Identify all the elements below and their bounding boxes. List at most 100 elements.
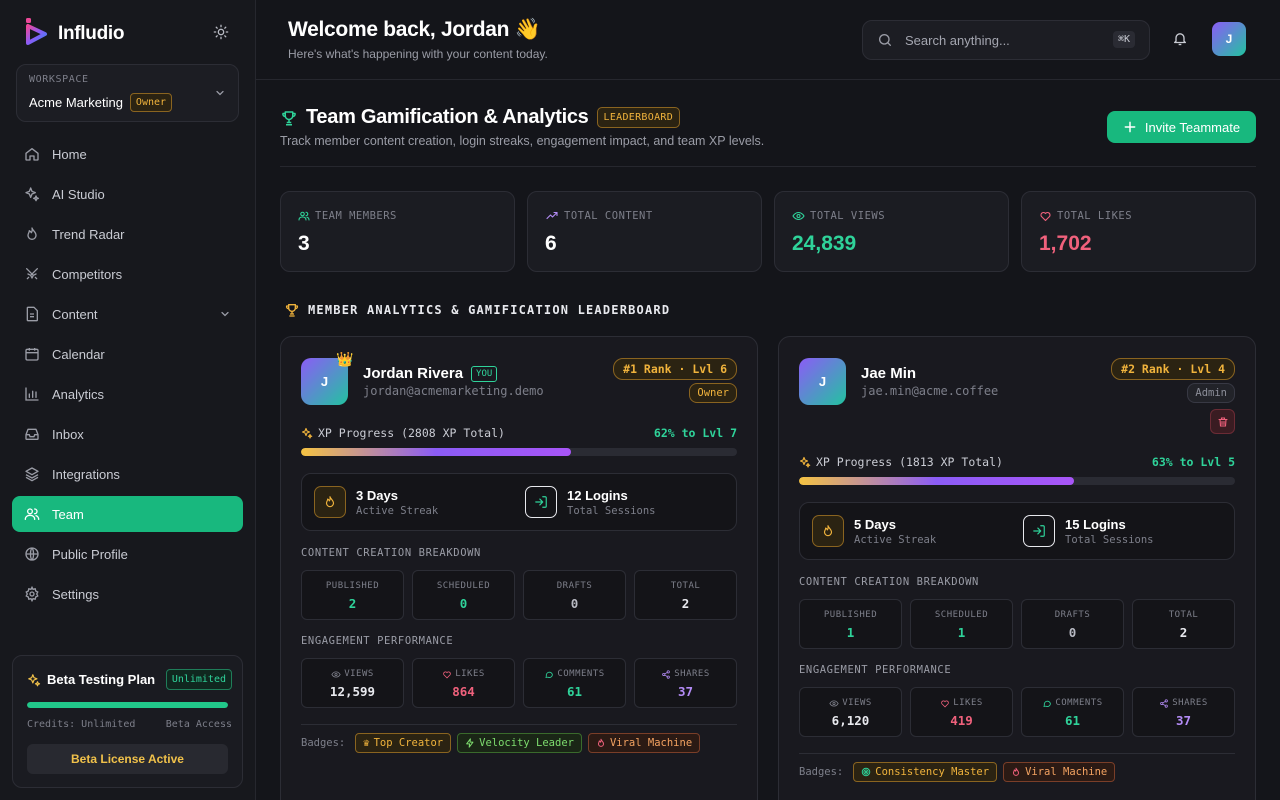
sidebar-item-label: Analytics [52, 386, 105, 402]
box-value: 61 [566, 684, 583, 699]
workspace-name: Acme Marketing Owner [29, 93, 173, 112]
stat-card-total-likes: TOTAL LIKES 1,702 [1021, 191, 1256, 272]
bell-icon [1174, 33, 1186, 46]
box-label: DRAFTS [556, 581, 593, 591]
box-label-text: COMMENTS [557, 669, 605, 679]
box-label-text: LIKES [455, 669, 485, 679]
sidebar-item-label: Competitors [52, 266, 123, 282]
sidebar-item-settings[interactable]: Settings [12, 576, 243, 612]
workspace-switcher[interactable]: WORKSPACE Acme Marketing Owner [16, 64, 239, 122]
calendar-icon [25, 348, 39, 361]
leaderboard-tag: LEADERBOARD [596, 107, 681, 128]
flame-icon [823, 525, 833, 537]
plan-card: Beta Testing Plan Unlimited Credits: Unl… [12, 655, 243, 788]
box-label: TOTAL [670, 581, 701, 591]
plus-icon [1124, 121, 1136, 133]
sidebar: Infludio WORKSPACE Acme Marketing Owner … [0, 0, 256, 800]
stat-card-total-content: TOTAL CONTENT 6 [527, 191, 762, 272]
workspace-name-text: Acme Marketing [29, 95, 123, 110]
logins-icon-box [525, 486, 557, 518]
streak-label: Active Streak [854, 533, 937, 546]
sidebar-item-content[interactable]: Content [12, 296, 243, 332]
box-label: LIKES [911, 698, 1012, 708]
xp-label-text: XP Progress (2808 XP Total) [318, 426, 505, 440]
sidebar-item-integrations[interactable]: Integrations [12, 456, 243, 492]
sidebar-item-inbox[interactable]: Inbox [12, 416, 243, 452]
sidebar-item-competitors[interactable]: Competitors [12, 256, 243, 292]
trophy-icon [285, 304, 299, 317]
flame-icon [597, 738, 604, 747]
box-value: 6,120 [831, 713, 870, 728]
engagement-title: ENGAGEMENT PERFORMANCE [301, 635, 454, 647]
content-breakdown: PUBLISHED 2 SCHEDULED 0 DRAFTS 0 TOTAL 2 [301, 570, 737, 620]
sidebar-item-trend-radar[interactable]: Trend Radar [12, 216, 243, 252]
logo-icon [24, 16, 48, 51]
topbar: Welcome back, Jordan 👋 Here's what's hap… [256, 0, 1280, 80]
users-icon [298, 211, 310, 221]
stat-value: 24,839 [792, 232, 857, 255]
heart-icon [1040, 211, 1051, 222]
box-label: SHARES [1133, 698, 1234, 708]
inbox-icon [25, 428, 39, 440]
box-value: 2 [348, 596, 357, 611]
scheduled-box: SCHEDULED 1 [910, 599, 1013, 649]
logins-item: 15 Logins Total Sessions [1023, 515, 1154, 547]
globe-icon [25, 547, 39, 561]
sidebar-item-team[interactable]: Team [12, 496, 243, 532]
comments-box: COMMENTS 61 [523, 658, 626, 708]
box-label-text: SHARES [674, 669, 710, 679]
sidebar-item-public-profile[interactable]: Public Profile [12, 536, 243, 572]
search-bar[interactable]: ⌘K [862, 20, 1150, 60]
invite-teammate-label: Invite Teammate [1144, 119, 1241, 135]
brand[interactable]: Infludio [24, 16, 124, 51]
box-value: 0 [570, 596, 579, 611]
notifications-button[interactable] [1172, 30, 1188, 52]
beta-license-button[interactable]: Beta License Active [27, 744, 228, 774]
box-label: VIEWS [800, 698, 901, 708]
search-input[interactable] [905, 32, 1105, 48]
sidebar-item-label: Team [52, 506, 84, 522]
user-avatar[interactable]: J [1212, 22, 1246, 56]
workspace-label: WORKSPACE [29, 74, 89, 85]
plan-progress-bar [27, 702, 228, 708]
badge-top-creator: ♛ Top Creator [355, 733, 452, 753]
sidebar-item-label: AI Studio [52, 186, 105, 202]
badges-label: Badges: [799, 766, 844, 778]
stat-label: TOTAL LIKES [1039, 210, 1132, 222]
sidebar-item-home[interactable]: Home [12, 136, 243, 172]
plan-access: Beta Access [165, 719, 232, 730]
box-label: COMMENTS [524, 669, 625, 679]
streak-label: Active Streak [356, 504, 439, 517]
comment-icon [1043, 700, 1052, 707]
sidebar-item-label: Settings [52, 586, 99, 602]
stat-card-team-members: TEAM MEMBERS 3 [280, 191, 515, 272]
theme-toggle-button[interactable] [210, 21, 232, 43]
box-label-text: VIEWS [344, 669, 374, 679]
badge-viral-machine: Viral Machine [1003, 762, 1116, 782]
published-box: PUBLISHED 1 [799, 599, 902, 649]
sparkles-icon [28, 673, 41, 686]
sidebar-item-ai-studio[interactable]: AI Studio [12, 176, 243, 212]
trophy-icon [282, 110, 296, 125]
sidebar-item-label: Trend Radar [52, 226, 125, 242]
invite-teammate-button[interactable]: Invite Teammate [1107, 111, 1256, 143]
remove-member-button[interactable] [1210, 409, 1235, 434]
stat-label-text: TOTAL CONTENT [564, 210, 653, 222]
logins-icon-box [1023, 515, 1055, 547]
box-label: PUBLISHED [325, 581, 380, 591]
share-icon [662, 669, 671, 679]
section-title: Team Gamification & Analytics LEADERBOAR… [280, 106, 681, 129]
comment-icon [545, 671, 554, 678]
scheduled-box: SCHEDULED 0 [412, 570, 515, 620]
engagement-performance: VIEWS 6,120 LIKES 419 COMMENTS 61 SHARES 37 [799, 687, 1235, 737]
shares-box: SHARES 37 [1132, 687, 1235, 737]
sidebar-item-analytics[interactable]: Analytics [12, 376, 243, 412]
content-breakdown: PUBLISHED 1 SCHEDULED 1 DRAFTS 0 TOTAL 2 [799, 599, 1235, 649]
stat-value: 6 [545, 232, 557, 255]
box-value: 419 [950, 713, 973, 728]
sidebar-item-calendar[interactable]: Calendar [12, 336, 243, 372]
member-email: jae.min@acme.coffee [861, 384, 999, 398]
box-label-text: COMMENTS [1055, 698, 1103, 708]
box-value: 1 [957, 625, 966, 640]
sidebar-item-label: Content [52, 306, 98, 322]
